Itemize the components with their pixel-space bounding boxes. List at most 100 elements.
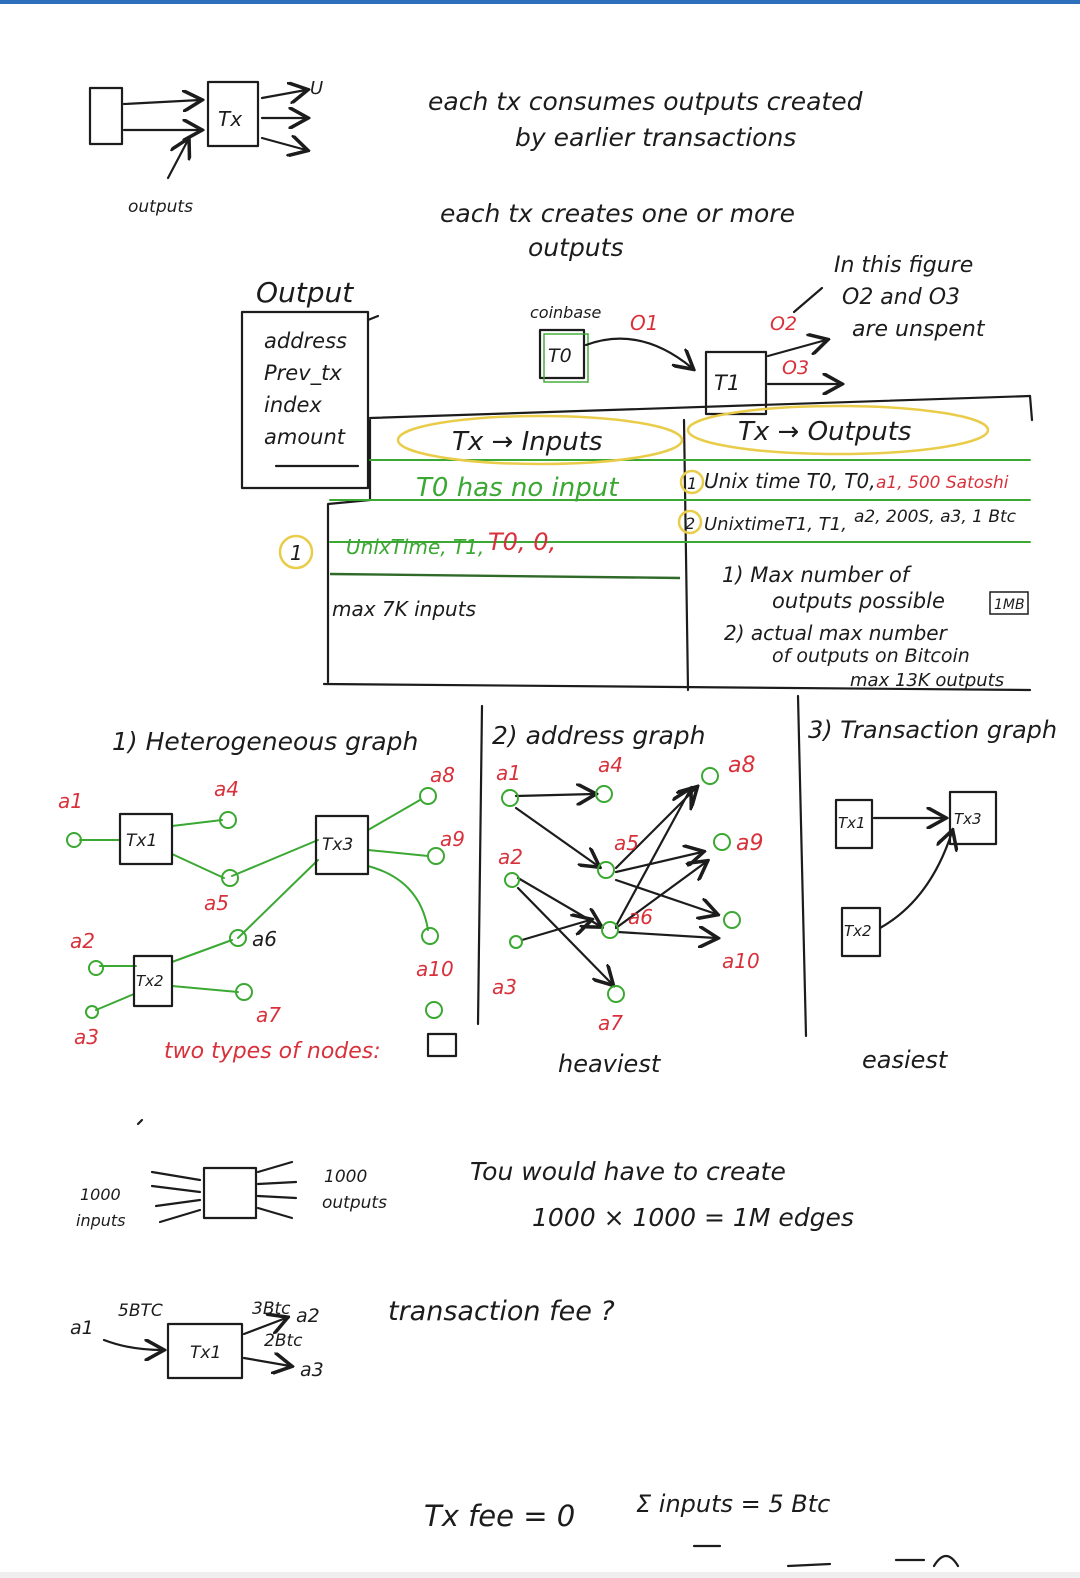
out-num-2: 2 xyxy=(685,514,695,533)
g1-a2-label: a2 xyxy=(70,929,95,953)
g2-title: 2) address graph xyxy=(492,721,706,750)
max-outputs-note-1: 1) Max number of xyxy=(722,563,913,587)
row-rule-3 xyxy=(329,572,681,580)
g2-a5-node xyxy=(597,861,615,879)
fee-5btc-label: 5BTC xyxy=(118,1301,163,1321)
g1-a5-label: a5 xyxy=(204,891,229,915)
output-box-title: Output xyxy=(256,276,354,309)
out-row2-a: UnixtimeT1, T1, xyxy=(704,514,847,535)
edge xyxy=(514,794,594,796)
g1-a10-label: a10 xyxy=(416,957,454,981)
source-box xyxy=(88,86,124,146)
edge xyxy=(520,920,590,942)
big-tx-box xyxy=(202,1166,258,1220)
fee-a2-label: a2 xyxy=(296,1305,320,1327)
inputs-header: Tx → Inputs xyxy=(452,427,602,457)
table-right-edge xyxy=(1028,394,1034,422)
edge xyxy=(256,1160,294,1174)
big-tx-sketch: 1000 inputs 1000 outputs Tou would have … xyxy=(76,1118,854,1232)
g1-a2-node xyxy=(88,960,104,976)
out-row1-b: a1, 500 Satoshi xyxy=(876,473,1009,493)
fee-input-arrow xyxy=(102,1338,162,1350)
edge xyxy=(256,1206,294,1220)
fee-a1-label: a1 xyxy=(70,1317,94,1339)
fee-a3-label: a3 xyxy=(300,1359,324,1381)
unspent-u-label: U xyxy=(310,78,323,99)
one-mb-label: 1MB xyxy=(994,597,1025,613)
t0-label: T0 xyxy=(548,345,572,367)
transaction-graph: 3) Transaction graph Tx1 Tx3 Tx2 easiest xyxy=(808,716,1057,1074)
g2-a3-node xyxy=(509,935,523,949)
edge xyxy=(514,806,598,866)
edge xyxy=(367,799,421,831)
tx-box-label: Tx xyxy=(218,107,242,131)
input-arrow-1 xyxy=(122,100,200,104)
fee-2btc-label: 2Btc xyxy=(264,1331,303,1351)
out-row1-a: Unix time T0, T0, xyxy=(704,469,876,493)
g1-tx1-label: Tx1 xyxy=(126,831,157,851)
input-row-a: UnixTime, T1, xyxy=(346,535,484,559)
g1-a3-label: a3 xyxy=(74,1025,99,1049)
g2-a9-label: a9 xyxy=(736,831,763,856)
g2-a4-label: a4 xyxy=(598,753,623,777)
edge xyxy=(237,859,319,939)
g3-tx1-label: Tx1 xyxy=(838,814,866,832)
g1-a3-node xyxy=(85,1005,99,1019)
unspent-note-line3: are unspent xyxy=(852,317,986,342)
fee-tx-label: Tx1 xyxy=(190,1343,221,1363)
g1-a6-label: a6 xyxy=(252,927,277,951)
note-creates-line2: outputs xyxy=(528,233,623,262)
g1-a1-node xyxy=(66,832,82,848)
g2-a3-label: a3 xyxy=(492,975,517,999)
edge xyxy=(171,939,233,963)
g1-tx3-label: Tx3 xyxy=(322,835,353,855)
outputs-count: 1000 xyxy=(324,1167,367,1187)
o1-label: O1 xyxy=(630,311,658,335)
g2-a10-node xyxy=(723,911,741,929)
o1-arrow xyxy=(584,337,692,368)
edge xyxy=(171,819,223,827)
g2-a10-label: a10 xyxy=(722,949,760,973)
edge xyxy=(95,993,135,1011)
tx-tables: Tx → Inputs Tx → Outputs T0 has no input… xyxy=(278,394,1034,692)
max-inputs: max 7K inputs xyxy=(332,597,476,621)
out-num-1: 1 xyxy=(687,474,697,493)
o3-label: O3 xyxy=(782,357,809,379)
g2-a1-node xyxy=(501,789,519,807)
output-field-address: address xyxy=(264,329,347,353)
fee-output-arrow-2 xyxy=(242,1358,290,1366)
edge xyxy=(367,849,429,857)
g1-a1-label: a1 xyxy=(58,789,83,813)
handwritten-notes-canvas: Tx U outputs each tx consumes outputs cr… xyxy=(58,78,1057,1568)
edge xyxy=(171,853,225,879)
graph-divider-1 xyxy=(476,704,484,1026)
g2-a8-label: a8 xyxy=(728,753,755,778)
node-type-square xyxy=(426,1032,458,1058)
out-row2-b: a2, 200S, a3, 1 Btc xyxy=(854,507,1017,527)
top-notes: each tx consumes outputs created by earl… xyxy=(428,87,863,262)
o2-arrow xyxy=(766,340,826,358)
outputs-label: outputs xyxy=(128,197,193,217)
actual-max-note-1: 2) actual max number xyxy=(724,621,949,645)
g2-a9-node xyxy=(713,833,731,851)
note-consumes-line2: by earlier transactions xyxy=(515,123,796,152)
g1-title: 1) Heterogeneous graph xyxy=(112,727,418,756)
g3-tx2-label: Tx2 xyxy=(844,922,872,940)
g2-a2-label: a2 xyxy=(498,845,523,869)
g3-edge-tx2-tx3 xyxy=(878,832,952,930)
actual-max-note-3: max 13K outputs xyxy=(850,670,1004,691)
easiest-label: easiest xyxy=(862,1046,949,1074)
o2-label: O2 xyxy=(770,313,797,335)
node-type-circle xyxy=(425,1001,443,1019)
g2-a6-label: a6 xyxy=(628,905,653,929)
sigma-inputs: Σ inputs = 5 Btc xyxy=(636,1490,830,1518)
output-field-prev-tx: Prev_tx xyxy=(264,361,342,386)
g2-a7-node xyxy=(607,985,625,1003)
fee-question: transaction fee ? xyxy=(388,1296,615,1327)
bottom-scroll-area xyxy=(0,1572,1080,1578)
coinbase-label: coinbase xyxy=(530,303,601,322)
inputs-count: 1000 xyxy=(80,1185,121,1204)
g3-title: 3) Transaction graph xyxy=(808,716,1057,744)
input-num: 1 xyxy=(290,541,303,565)
g3-tx3-label: Tx3 xyxy=(954,810,982,828)
